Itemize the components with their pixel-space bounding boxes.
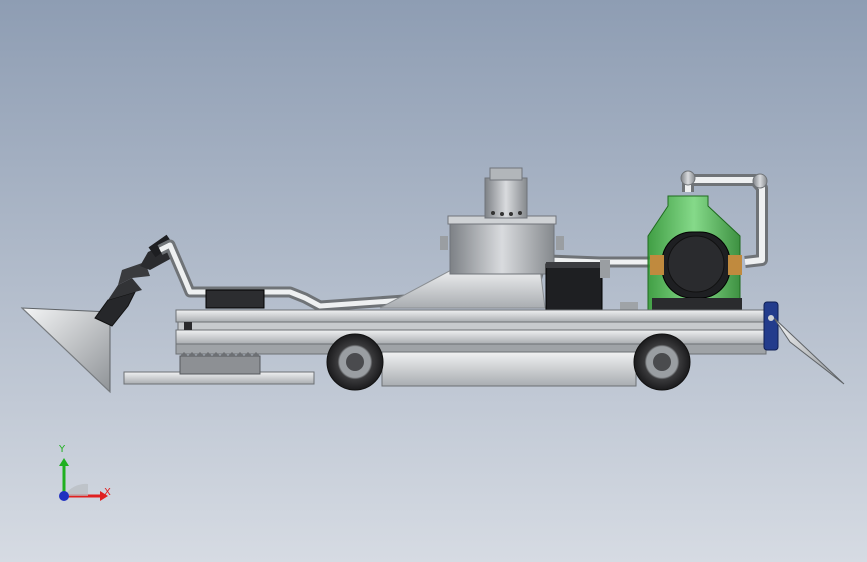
rear-wheel[interactable] — [326, 333, 384, 391]
hose-clamp-bracket — [205, 289, 265, 309]
graphics-viewport[interactable]: X Y — [0, 0, 867, 562]
triad-x-label: X — [104, 487, 111, 498]
battery-box — [381, 351, 637, 387]
stepper-motor[interactable] — [545, 260, 610, 311]
triad-y-label: Y — [59, 444, 66, 455]
front-wheel[interactable] — [633, 333, 691, 391]
robot-model-view[interactable] — [0, 0, 867, 562]
